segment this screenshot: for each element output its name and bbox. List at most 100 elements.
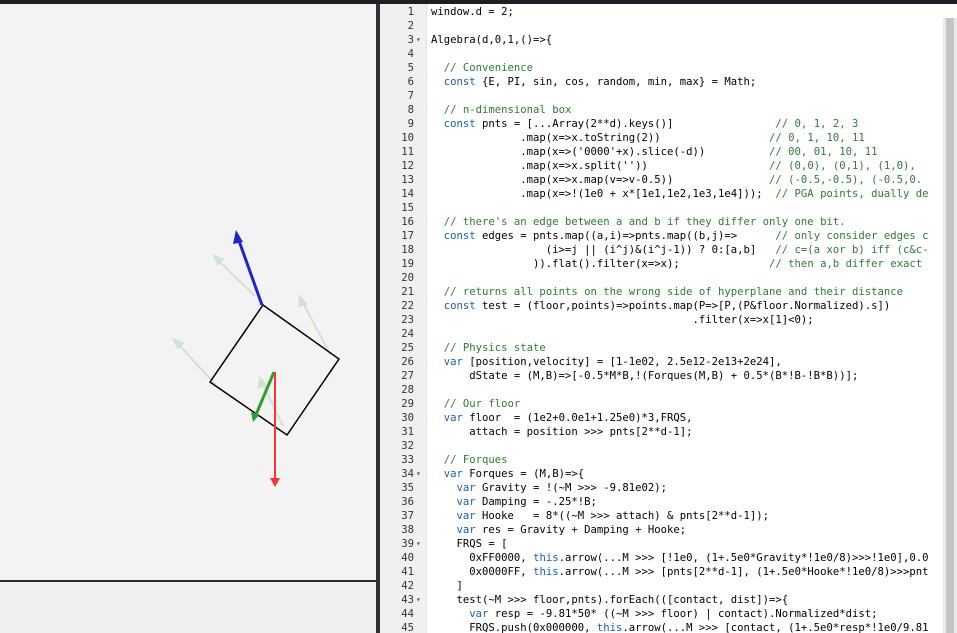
code-line[interactable]: 9 const pnts = [...Array(2**d).keys()] /… [380, 117, 957, 131]
code-line[interactable]: 21 // returns all points on the wrong si… [380, 285, 957, 299]
code-line[interactable]: 1 window.d = 2; [380, 5, 957, 19]
fold-toggle-icon[interactable]: ▾ [416, 467, 426, 481]
physics-canvas[interactable] [0, 4, 376, 633]
code-line[interactable]: 22 const test = (floor,points)=>points.m… [380, 299, 957, 313]
code-text[interactable]: .map(x=>x.toString(2)) // 0, 1, 10, 11 [431, 131, 943, 145]
code-line[interactable]: 8 // n-dimensional box [380, 103, 957, 117]
code-line[interactable]: 45 FRQS.push(0x000000, this.arrow(...M >… [380, 621, 957, 633]
code-text[interactable]: var Damping = -.25*!B; [431, 495, 943, 509]
code-text[interactable]: const {E, PI, sin, cos, random, min, max… [431, 75, 943, 89]
line-number: 2 [407, 20, 414, 32]
code-line[interactable]: 32 [380, 439, 957, 453]
code-text[interactable]: .map(x=>x.split('')) // (0,0), (0,1), (1… [431, 159, 943, 173]
code-text[interactable]: var [position,velocity] = [1-1e02, 2.5e1… [431, 355, 943, 369]
code-line[interactable]: 27 dState = (M,B)=>[-0.5*M*B,!(Forques(M… [380, 369, 957, 383]
code-line[interactable]: 36 var Damping = -.25*!B; [380, 495, 957, 509]
code-text[interactable]: )).flat().filter(x=>x); // then a,b diff… [431, 257, 943, 271]
code-text[interactable]: 0x0000FF, this.arrow(...M >>> [pnts[2**d… [431, 565, 943, 579]
code-line[interactable]: 29 // Our floor [380, 397, 957, 411]
code-line[interactable]: 42 ] [380, 579, 957, 593]
code-text[interactable]: FRQS.push(0x000000, this.arrow(...M >>> … [431, 621, 943, 633]
fold-toggle-icon[interactable]: ▾ [416, 33, 426, 47]
code-line[interactable]: 40 0xFF0000, this.arrow(...M >>> [!1e0, … [380, 551, 957, 565]
line-number: 20 [401, 272, 414, 284]
render-preview-pane[interactable] [0, 4, 376, 633]
code-text[interactable]: // n-dimensional box [431, 103, 943, 117]
code-text[interactable]: dState = (M,B)=>[-0.5*M*B,!(Forques(M,B)… [431, 369, 943, 383]
vertical-scrollbar[interactable] [943, 18, 957, 633]
code-text[interactable]: .map(x=>x.map(v=>v-0.5)) // (-0.5,-0.5),… [431, 173, 943, 187]
code-text[interactable]: Algebra(d,0,1,()=>{ [431, 33, 943, 47]
code-text[interactable]: var Gravity = !(~M >>> -9.81e02); [431, 481, 943, 495]
code-text[interactable]: ] [431, 579, 943, 593]
code-text[interactable]: window.d = 2; [431, 5, 943, 19]
code-text[interactable]: 0xFF0000, this.arrow(...M >>> [!1e0, (1+… [431, 551, 943, 565]
code-line[interactable]: 23 .filter(x=>x[1]<0); [380, 313, 957, 327]
code-text[interactable]: // Our floor [431, 397, 943, 411]
code-editor[interactable]: 1 window.d = 2; 2 3 ▾ Algebra(d,0,1,()=>{4 5 /… [380, 4, 957, 633]
code-text[interactable]: FRQS = [ [431, 537, 943, 551]
gravity-arrow-head [270, 478, 280, 487]
code-text[interactable]: // returns all points on the wrong side … [431, 285, 943, 299]
code-text[interactable]: var resp = -9.81*50* ((~M >>> floor) | c… [431, 607, 943, 621]
code-line[interactable]: 12 .map(x=>x.split('')) // (0,0), (0,1),… [380, 159, 957, 173]
code-text[interactable]: attach = position >>> pnts[2**d-1]; [431, 425, 943, 439]
code-line[interactable]: 26 var [position,velocity] = [1-1e02, 2.… [380, 355, 957, 369]
code-line[interactable]: 18 (i>=j || (i^j)&(i^j-1)) ? 0:[a,b] // … [380, 243, 957, 257]
code-line[interactable]: 3 ▾ Algebra(d,0,1,()=>{ [380, 33, 957, 47]
code-line[interactable]: 25 // Physics state [380, 341, 957, 355]
line-number: 17 [401, 230, 414, 242]
line-number: 23 [401, 314, 414, 326]
scrollbar-thumb[interactable] [946, 18, 954, 633]
fold-toggle-icon[interactable]: ▾ [416, 537, 426, 551]
code-text[interactable]: var res = Gravity + Damping + Hooke; [431, 523, 943, 537]
code-line[interactable]: 17 const edges = pnts.map((a,i)=>pnts.ma… [380, 229, 957, 243]
code-text[interactable]: const pnts = [...Array(2**d).keys()] // … [431, 117, 943, 131]
code-text[interactable]: const test = (floor,points)=>points.map(… [431, 299, 943, 313]
code-line[interactable]: 35 var Gravity = !(~M >>> -9.81e02); [380, 481, 957, 495]
code-line[interactable]: 2 [380, 19, 957, 33]
line-number: 43 [401, 594, 414, 606]
code-line[interactable]: 7 [380, 89, 957, 103]
code-line[interactable]: 10 .map(x=>x.toString(2)) // 0, 1, 10, 1… [380, 131, 957, 145]
code-text[interactable]: var floor = (1e2+0.0e1+1.25e0)*3,FRQS, [431, 411, 943, 425]
code-line[interactable]: 16 // there's an edge between a and b if… [380, 215, 957, 229]
code-text[interactable]: .filter(x=>x[1]<0); [431, 313, 943, 327]
code-text[interactable]: const edges = pnts.map((a,i)=>pnts.map((… [431, 229, 943, 243]
code-line[interactable]: 30 var floor = (1e2+0.0e1+1.25e0)*3,FRQS… [380, 411, 957, 425]
code-line[interactable]: 33 // Forques [380, 453, 957, 467]
code-line[interactable]: 43 ▾ test(~M >>> floor,pnts).forEach(([co… [380, 593, 957, 607]
code-text[interactable]: (i>=j || (i^j)&(i^j-1)) ? 0:[a,b] // c=(… [431, 243, 943, 257]
code-text[interactable]: test(~M >>> floor,pnts).forEach(([contac… [431, 593, 943, 607]
code-line[interactable]: 5 // Convenience [380, 61, 957, 75]
code-line[interactable]: 41 0x0000FF, this.arrow(...M >>> [pnts[2… [380, 565, 957, 579]
code-text[interactable]: // there's an edge between a and b if th… [431, 215, 943, 229]
code-line[interactable]: 28 [380, 383, 957, 397]
line-number: 40 [401, 552, 414, 564]
code-line[interactable]: 19 )).flat().filter(x=>x); // then a,b d… [380, 257, 957, 271]
code-line[interactable]: 37 var Hooke = 8*((~M >>> attach) & pnts… [380, 509, 957, 523]
code-text[interactable]: .map(x=>!(1e0 + x*[1e1,1e2,1e3,1e4])); /… [431, 187, 943, 201]
code-text[interactable]: // Physics state [431, 341, 943, 355]
preview-footer [0, 580, 376, 633]
code-line[interactable]: 34 ▾ var Forques = (M,B)=>{ [380, 467, 957, 481]
code-text[interactable]: // Convenience [431, 61, 943, 75]
code-text[interactable]: var Forques = (M,B)=>{ [431, 467, 943, 481]
code-line[interactable]: 44 var resp = -9.81*50* ((~M >>> floor) … [380, 607, 957, 621]
code-text[interactable]: // Forques [431, 453, 943, 467]
line-number: 29 [401, 398, 414, 410]
fold-toggle-icon[interactable]: ▾ [416, 593, 426, 607]
code-line[interactable]: 14 .map(x=>!(1e0 + x*[1e1,1e2,1e3,1e4]))… [380, 187, 957, 201]
code-line[interactable]: 4 [380, 47, 957, 61]
code-line[interactable]: 11 .map(x=>('0000'+x).slice(-d)) // 00, … [380, 145, 957, 159]
code-line[interactable]: 20 [380, 271, 957, 285]
code-text[interactable]: .map(x=>('0000'+x).slice(-d)) // 00, 01,… [431, 145, 943, 159]
code-line[interactable]: 24 [380, 327, 957, 341]
code-line[interactable]: 38 var res = Gravity + Damping + Hooke; [380, 523, 957, 537]
code-line[interactable]: 39 ▾ FRQS = [ [380, 537, 957, 551]
code-line[interactable]: 31 attach = position >>> pnts[2**d-1]; [380, 425, 957, 439]
code-line[interactable]: 6 const {E, PI, sin, cos, random, min, m… [380, 75, 957, 89]
code-line[interactable]: 13 .map(x=>x.map(v=>v-0.5)) // (-0.5,-0.… [380, 173, 957, 187]
code-text[interactable]: var Hooke = 8*((~M >>> attach) & pnts[2*… [431, 509, 943, 523]
code-line[interactable]: 15 [380, 201, 957, 215]
